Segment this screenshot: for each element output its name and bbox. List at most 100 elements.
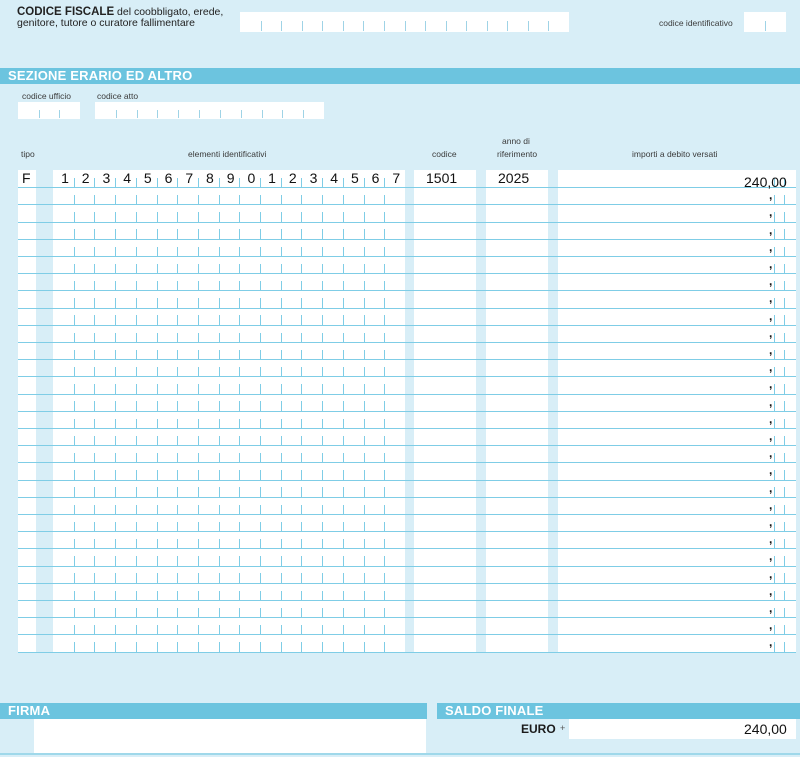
- elementi-cell-divider: [135, 177, 137, 188]
- tax-table: ,,,,,,,,,,,,,,,,,,,,,,,,,,,: [0, 0, 800, 757]
- firma-field[interactable]: [34, 719, 426, 753]
- elementi-cell-divider: [218, 642, 220, 652]
- elementi-cell-divider: [322, 642, 324, 652]
- row-comma: ,: [769, 480, 773, 495]
- elementi-cell-divider: [94, 263, 96, 274]
- elementi-cell-divider: [322, 590, 324, 600]
- elementi-cell-divider: [280, 212, 282, 222]
- elementi-cell-divider: [197, 177, 199, 188]
- elementi-cell-divider: [73, 470, 75, 480]
- elementi-cell-divider: [363, 332, 365, 342]
- elementi-cell-divider: [363, 590, 365, 600]
- elementi-cell-divider: [156, 401, 158, 411]
- elementi-cell-divider: [197, 212, 199, 222]
- elementi-cell-divider: [301, 435, 303, 446]
- importi-cell-divider: [774, 366, 775, 377]
- elementi-cell-divider: [156, 487, 158, 497]
- elementi-cell-divider: [260, 521, 262, 532]
- elementi-cell-divider: [156, 280, 158, 291]
- row1-anno[interactable]: 2025: [498, 170, 529, 187]
- row-line: [18, 359, 796, 361]
- elementi-cell-divider: [239, 332, 241, 342]
- elementi-cell-divider: [135, 521, 137, 532]
- elementi-cell-divider: [197, 435, 199, 446]
- importi-cell-divider: [774, 315, 775, 325]
- elementi-cell-divider: [280, 349, 282, 360]
- elementi-cell-divider: [342, 624, 344, 635]
- elementi-cell-divider: [260, 298, 262, 308]
- elementi-digit: 9: [226, 170, 235, 186]
- elementi-cell-divider: [280, 452, 282, 463]
- row-line: [18, 462, 796, 464]
- elementi-cell-divider: [94, 298, 96, 308]
- elementi-cell-divider: [260, 194, 262, 205]
- elementi-cell-divider: [260, 573, 262, 583]
- elementi-digit: 6: [371, 170, 380, 186]
- elementi-cell-divider: [115, 349, 117, 360]
- row-comma: ,: [769, 325, 773, 340]
- elementi-cell-divider: [280, 642, 282, 652]
- elementi-cell-divider: [322, 538, 324, 549]
- elementi-cell-divider: [363, 504, 365, 514]
- elementi-cell-divider: [156, 384, 158, 394]
- elementi-cell-divider: [260, 590, 262, 600]
- elementi-cell-divider: [260, 452, 262, 463]
- importi-cell-divider: [784, 298, 785, 308]
- elementi-cell-divider: [197, 194, 199, 205]
- elementi-cell-divider: [135, 624, 137, 635]
- elementi-cell-divider: [73, 298, 75, 308]
- elementi-cell-divider: [115, 642, 117, 652]
- row1-codice[interactable]: 1501: [426, 170, 457, 187]
- row1-importo[interactable]: 240,00: [744, 174, 787, 191]
- elementi-cell-divider: [260, 229, 262, 239]
- elementi-cell-divider: [342, 504, 344, 514]
- importi-cell-divider: [774, 624, 775, 635]
- elementi-cell-divider: [218, 298, 220, 308]
- elementi-cell-divider: [156, 521, 158, 532]
- elementi-cell-divider: [280, 418, 282, 428]
- row-line: [18, 307, 796, 309]
- importi-cell-divider: [774, 538, 775, 549]
- importi-cell-divider: [774, 504, 775, 514]
- elementi-cell-divider: [280, 315, 282, 325]
- elementi-cell-divider: [280, 177, 282, 188]
- row1-tipo[interactable]: F: [22, 170, 31, 187]
- importi-cell-divider: [774, 246, 775, 256]
- elementi-cell-divider: [135, 366, 137, 377]
- elementi-cell-divider: [94, 229, 96, 239]
- elementi-cell-divider: [115, 280, 117, 291]
- elementi-cell-divider: [115, 229, 117, 239]
- elementi-cell-divider: [218, 470, 220, 480]
- elementi-cell-divider: [156, 263, 158, 274]
- row-comma: ,: [769, 583, 773, 598]
- elementi-cell-divider: [115, 401, 117, 411]
- elementi-cell-divider: [135, 280, 137, 291]
- elementi-cell-divider: [197, 280, 199, 291]
- firma-bar: FIRMA: [0, 703, 427, 719]
- row-line: [18, 496, 796, 498]
- elementi-cell-divider: [239, 401, 241, 411]
- elementi-cell-divider: [73, 332, 75, 342]
- elementi-cell-divider: [384, 177, 386, 188]
- elementi-cell-divider: [384, 280, 386, 291]
- elementi-cell-divider: [239, 212, 241, 222]
- elementi-cell-divider: [239, 556, 241, 566]
- elementi-cell-divider: [177, 315, 179, 325]
- elementi-cell-divider: [73, 194, 75, 205]
- elementi-cell-divider: [280, 607, 282, 618]
- elementi-cell-divider: [363, 401, 365, 411]
- elementi-cell-divider: [156, 246, 158, 256]
- elementi-cell-divider: [218, 366, 220, 377]
- elementi-cell-divider: [322, 418, 324, 428]
- importi-cell-divider: [774, 435, 775, 446]
- elementi-cell-divider: [301, 607, 303, 618]
- elementi-cell-divider: [73, 538, 75, 549]
- elementi-cell-divider: [363, 607, 365, 618]
- elementi-cell-divider: [239, 487, 241, 497]
- elementi-cell-divider: [260, 349, 262, 360]
- elementi-cell-divider: [301, 194, 303, 205]
- importi-cell-divider: [774, 298, 775, 308]
- elementi-cell-divider: [280, 229, 282, 239]
- elementi-cell-divider: [342, 418, 344, 428]
- importi-cell-divider: [774, 607, 775, 618]
